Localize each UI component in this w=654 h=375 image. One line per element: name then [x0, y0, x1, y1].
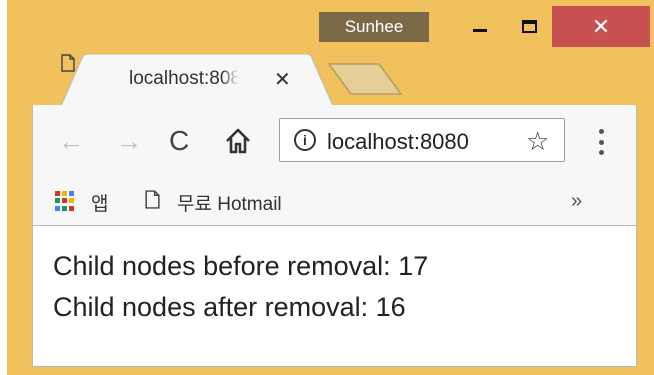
info-icon[interactable]: i: [294, 129, 316, 151]
maximize-icon: [522, 19, 537, 33]
minimize-button[interactable]: [452, 6, 507, 46]
browser-toolbar: ← → C i localhost:8080 ☆ 앱 무료 Hotmail »: [32, 105, 637, 225]
tab-title: localhost:8080: [129, 68, 239, 90]
page-content: Child nodes before removal: 17 Child nod…: [32, 226, 637, 367]
tab-localhost[interactable]: localhost:8080 ✕: [61, 54, 336, 106]
window-close-button[interactable]: ✕: [552, 6, 650, 47]
bookmarks-bar: 앱 무료 Hotmail »: [33, 183, 636, 223]
tab-close-icon[interactable]: ✕: [274, 67, 291, 92]
file-icon: [61, 54, 75, 72]
reload-icon[interactable]: C: [169, 127, 189, 155]
bookmark-file-icon: [145, 190, 160, 209]
new-tab-button[interactable]: [327, 62, 403, 96]
bookmark-hotmail[interactable]: 무료 Hotmail: [177, 189, 282, 216]
home-icon[interactable]: [224, 127, 252, 155]
minimize-icon: [472, 28, 487, 32]
menu-icon[interactable]: [598, 129, 604, 155]
address-bar[interactable]: i localhost:8080 ☆: [279, 118, 565, 162]
profile-badge[interactable]: Sunhee: [319, 12, 429, 42]
back-icon[interactable]: ←: [58, 128, 84, 154]
star-icon[interactable]: ☆: [526, 126, 549, 157]
chevron-right-icon[interactable]: »: [571, 190, 582, 213]
result-line-before: Child nodes before removal: 17: [53, 251, 429, 281]
result-line-after: Child nodes after removal: 16: [53, 292, 406, 322]
maximize-button[interactable]: [507, 6, 552, 46]
apps-icon[interactable]: [55, 191, 75, 211]
url-text[interactable]: localhost:8080: [327, 129, 513, 155]
apps-label[interactable]: 앱: [91, 189, 108, 216]
forward-icon[interactable]: →: [116, 128, 142, 154]
